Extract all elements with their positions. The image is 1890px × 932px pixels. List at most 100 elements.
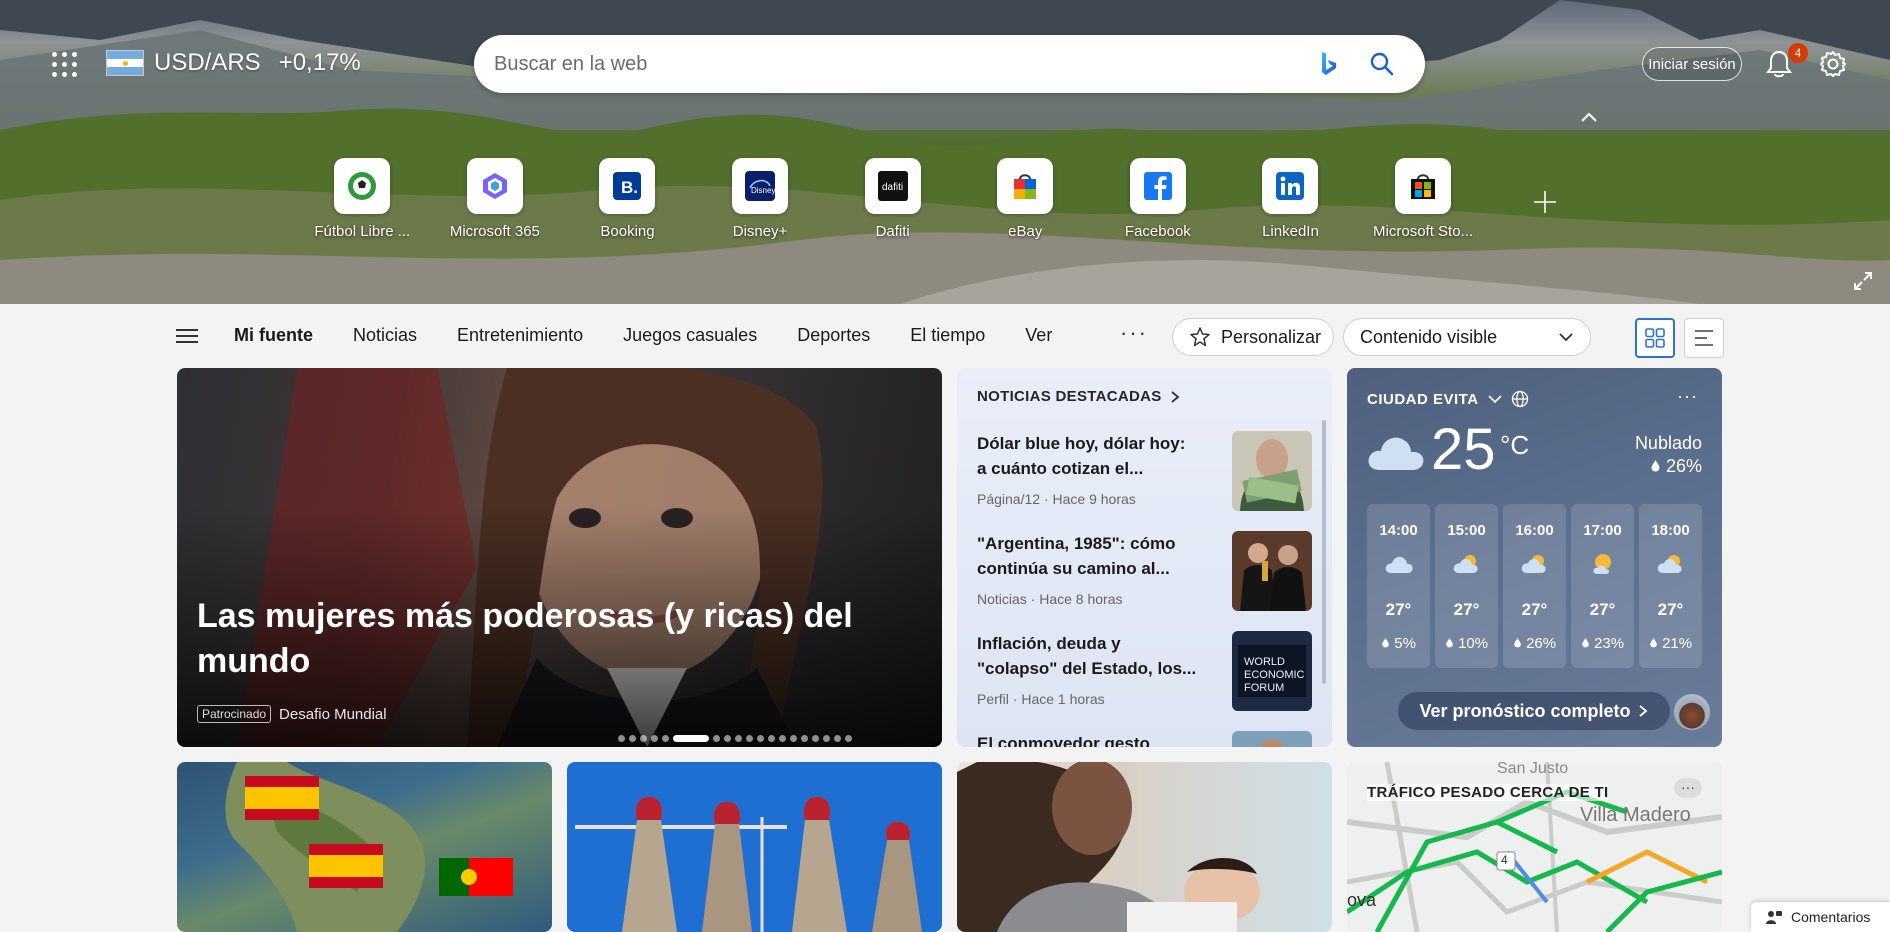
hourly-slot[interactable]: 15:00 27° 10% xyxy=(1435,504,1498,668)
app-launcher-icon[interactable] xyxy=(52,52,78,78)
quicklink-label: Booking xyxy=(600,223,655,240)
carousel-dot[interactable] xyxy=(801,735,808,742)
tab-entretenimiento[interactable]: Entretenimiento xyxy=(437,325,603,346)
featured-story-card[interactable]: Las mujeres más poderosas (y ricas) del … xyxy=(177,368,942,747)
carousel-dot[interactable] xyxy=(735,735,742,742)
signin-button[interactable]: Iniciar sesión xyxy=(1642,47,1742,81)
facebook-icon xyxy=(1143,172,1172,200)
list-view-button[interactable] xyxy=(1684,318,1724,358)
more-tabs-button[interactable]: ··· xyxy=(1120,320,1148,346)
tab-noticias[interactable]: Noticias xyxy=(333,325,437,346)
quicklink-microsoft-store[interactable]: Microsoft Sto... xyxy=(1357,158,1490,240)
carousel-dot[interactable] xyxy=(768,735,775,742)
quicklink-disney[interactable]: Disney+ Disney+ xyxy=(694,158,827,240)
news-item-meta: Noticias · Hace 8 horas xyxy=(977,591,1123,607)
weather-promo-avatar[interactable] xyxy=(1674,694,1710,730)
news-item-meta: Página/12 · Hace 9 horas xyxy=(977,491,1136,507)
news-item[interactable]: Inflación, deuda y "colapso" del Estado,… xyxy=(977,631,1317,721)
tab-deportes[interactable]: Deportes xyxy=(777,325,890,346)
sagrada-familia-story-card[interactable] xyxy=(567,762,942,932)
map-story-card[interactable] xyxy=(177,762,552,932)
quicklink-microsoft-365[interactable]: Microsoft 365 xyxy=(429,158,562,240)
quicklink-facebook[interactable]: Facebook xyxy=(1092,158,1225,240)
carousel-dot[interactable] xyxy=(823,735,830,742)
raindrop-icon xyxy=(1651,460,1660,472)
carousel-dot[interactable] xyxy=(713,735,720,742)
news-item[interactable]: "Argentina, 1985": cómo continúa su cami… xyxy=(977,531,1317,621)
feedback-button[interactable]: Comentarios xyxy=(1751,902,1890,932)
raindrop-icon xyxy=(1514,638,1521,648)
featured-story-title[interactable]: Las mujeres más poderosas (y ricas) del … xyxy=(197,594,857,684)
traffic-card[interactable]: San Justo ova 4 TRÁFICO PESADO CERCA DE … xyxy=(1347,762,1722,932)
carousel-dot[interactable] xyxy=(640,735,647,742)
hourly-slot[interactable]: 14:00 27° 5% xyxy=(1367,504,1430,668)
carousel-dot[interactable] xyxy=(834,735,841,742)
globe-icon xyxy=(1511,390,1528,408)
chevron-up-icon[interactable] xyxy=(1578,110,1600,124)
news-item[interactable]: Dólar blue hoy, dólar hoy: a cuánto coti… xyxy=(977,431,1317,521)
chevron-down-icon xyxy=(1487,395,1502,404)
featured-story-meta: Patrocinado Desafio Mundial xyxy=(197,705,387,723)
hourly-slot[interactable]: 16:00 27° 26% xyxy=(1503,504,1566,668)
carousel-dot[interactable] xyxy=(651,735,658,742)
weather-location[interactable]: CIUDAD EVITA xyxy=(1367,390,1529,408)
carousel-dot[interactable] xyxy=(618,735,625,742)
news-item[interactable]: El conmovedor gesto que... xyxy=(977,731,1317,747)
quicklink-linkedin[interactable]: LinkedIn xyxy=(1224,158,1357,240)
hourly-slot[interactable]: 17:00 27° 23% xyxy=(1571,504,1634,668)
tab-juegos-casuales[interactable]: Juegos casuales xyxy=(603,325,777,346)
carousel-dot[interactable] xyxy=(812,735,819,742)
carousel-dot[interactable] xyxy=(757,735,764,742)
raindrop-icon xyxy=(1446,638,1453,648)
search-input[interactable] xyxy=(494,45,1274,83)
expand-icon[interactable] xyxy=(1852,270,1874,292)
grid-view-icon xyxy=(1645,328,1665,348)
hour-temp: 27° xyxy=(1385,600,1412,619)
chevron-down-icon xyxy=(1559,333,1573,342)
top-news-header[interactable]: NOTICIAS DESTACADAS xyxy=(977,388,1180,405)
carousel-dot[interactable] xyxy=(673,735,709,742)
carousel-dot[interactable] xyxy=(845,735,852,742)
hour-temp: 27° xyxy=(1521,600,1548,619)
hour-time: 15:00 xyxy=(1447,522,1486,539)
quicklink-dafiti[interactable]: dafiti Dafiti xyxy=(826,158,959,240)
quicklink-label: Facebook xyxy=(1124,223,1191,240)
currency-widget[interactable]: USD/ARS +0,17% xyxy=(106,46,361,80)
sunny-cloud-icon xyxy=(1593,554,1611,574)
hour-precip: 5% xyxy=(1367,635,1430,652)
grid-view-button[interactable] xyxy=(1635,318,1675,358)
argentina-flag-icon xyxy=(106,50,144,76)
personalize-button[interactable]: Personalizar xyxy=(1172,318,1334,356)
quicklink-ebay[interactable]: eBay xyxy=(959,158,1092,240)
hourly-slot[interactable]: 18:00 27° 21% xyxy=(1639,504,1702,668)
news-thumbnail xyxy=(1232,731,1312,747)
currency-pair: USD/ARS xyxy=(154,49,261,76)
quicklink-futbol-libre[interactable]: Fútbol Libre ... xyxy=(296,158,429,240)
traffic-more-button[interactable]: ··· xyxy=(1674,778,1702,798)
news-item-meta: Perfil · Hace 1 horas xyxy=(977,691,1105,707)
carousel-dot[interactable] xyxy=(790,735,797,742)
carousel-dot[interactable] xyxy=(629,735,636,742)
quicklink-booking[interactable]: B. Booking xyxy=(561,158,694,240)
news-scrollbar[interactable] xyxy=(1322,420,1326,684)
add-quicklink-icon[interactable] xyxy=(1532,189,1558,215)
hour-temp: 27° xyxy=(1453,600,1480,619)
full-forecast-button[interactable]: Ver pronóstico completo xyxy=(1398,692,1670,730)
tab-mi-fuente[interactable]: Mi fuente xyxy=(214,325,333,346)
tab-el-tiempo[interactable]: El tiempo xyxy=(890,325,1005,346)
bing-icon[interactable] xyxy=(1314,49,1344,79)
carousel-dot[interactable] xyxy=(724,735,731,742)
ebay-icon xyxy=(1014,174,1037,199)
carousel-dot[interactable] xyxy=(662,735,669,742)
menu-icon[interactable] xyxy=(176,328,198,344)
weather-more-button[interactable]: ··· xyxy=(1677,386,1698,407)
content-visibility-select[interactable]: Contenido visible xyxy=(1343,318,1591,356)
settings-gear-icon[interactable] xyxy=(1818,49,1848,79)
tab-ver[interactable]: Ver xyxy=(1005,325,1072,346)
carousel-dots[interactable] xyxy=(618,735,852,742)
search-icon[interactable] xyxy=(1367,49,1397,79)
carousel-dot[interactable] xyxy=(746,735,753,742)
feed-tabs: Mi fuente Noticias Entretenimiento Juego… xyxy=(214,322,1072,348)
carousel-dot[interactable] xyxy=(779,735,786,742)
parenting-story-card[interactable] xyxy=(957,762,1332,932)
